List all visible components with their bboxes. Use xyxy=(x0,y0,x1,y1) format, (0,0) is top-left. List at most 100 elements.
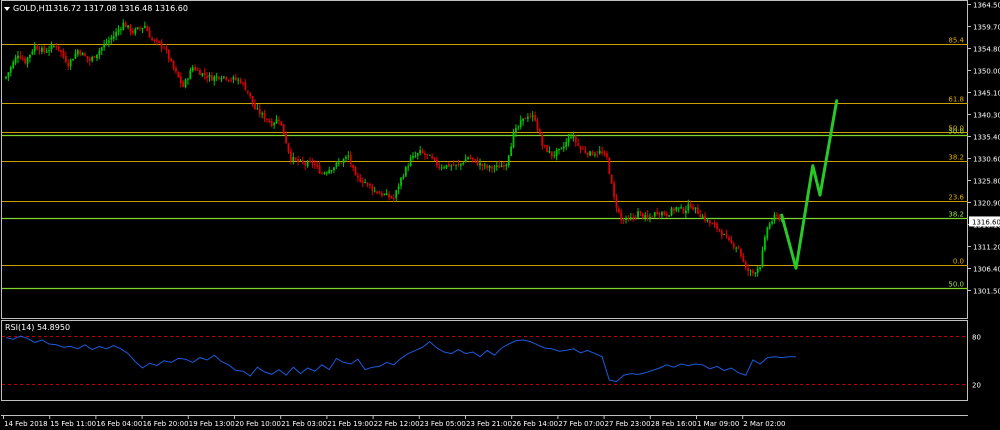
candle xyxy=(26,56,29,68)
candle xyxy=(416,152,419,160)
price-axis: 1364.50 1359.70 1354.80 1350.00 1345.10 1340.… xyxy=(968,2,1000,296)
candle xyxy=(352,164,355,172)
candle xyxy=(24,56,27,65)
candle xyxy=(93,55,96,59)
candle xyxy=(720,228,723,240)
candle xyxy=(29,54,31,63)
candle xyxy=(251,95,254,108)
candle xyxy=(72,58,74,61)
candle xyxy=(730,235,733,245)
candle xyxy=(440,164,443,171)
candle xyxy=(656,207,659,216)
candle xyxy=(711,222,714,225)
candle xyxy=(586,152,589,158)
fib-level-label: 38.2 xyxy=(948,211,964,219)
candle xyxy=(577,138,580,147)
candle xyxy=(349,151,352,168)
fib-level-label: 50.0 xyxy=(948,128,964,136)
candle xyxy=(244,79,247,91)
candle xyxy=(562,141,565,152)
fib-level-label: 61.8 xyxy=(948,96,964,104)
candle xyxy=(421,148,424,154)
rsi-pane-frame xyxy=(1,320,968,401)
triangle-down-icon[interactable] xyxy=(4,7,10,11)
chart-canvas[interactable]: GOLD,H1 1316.72 1317.08 1316.48 1316.60 … xyxy=(0,0,1000,430)
candle xyxy=(649,213,651,223)
time-tick-label: 27 Feb 23:00 xyxy=(605,420,651,428)
candle xyxy=(287,142,290,154)
candle xyxy=(467,156,469,160)
projection-arrow xyxy=(780,99,839,270)
candle xyxy=(742,252,745,263)
candle xyxy=(493,164,496,173)
candle xyxy=(325,171,328,176)
candle xyxy=(778,213,781,222)
candle xyxy=(436,156,438,168)
candle xyxy=(38,46,41,55)
price-tick-label: 1301.50 xyxy=(973,288,1000,296)
price-tick-label: 1359.70 xyxy=(973,24,1000,32)
candle xyxy=(361,177,364,188)
candle xyxy=(639,210,642,216)
candle xyxy=(129,23,132,36)
rsi-line xyxy=(5,335,796,383)
candle xyxy=(55,42,58,51)
candle xyxy=(43,44,46,55)
candle xyxy=(220,75,223,83)
candle xyxy=(400,176,402,190)
candle xyxy=(148,26,151,38)
price-tick-label: 1364.50 xyxy=(973,2,1000,10)
candle xyxy=(127,25,129,30)
candle xyxy=(483,162,486,170)
candle xyxy=(594,151,596,158)
candle xyxy=(763,234,766,252)
candle xyxy=(160,39,163,53)
candlesticks xyxy=(5,19,783,277)
time-axis: 14 Feb 2018 15 Feb 11:00 16 Feb 04:00 16 Fe… xyxy=(3,415,785,428)
candle xyxy=(117,25,120,36)
candle xyxy=(124,21,127,28)
candle xyxy=(426,154,429,160)
time-tick-label: 26 Feb 14:00 xyxy=(512,420,558,428)
candle xyxy=(512,128,515,149)
candle xyxy=(354,165,357,176)
price-tick-label: 1354.80 xyxy=(973,46,1000,54)
candle xyxy=(246,90,249,95)
time-tick-label: 2 Mar 02:00 xyxy=(743,420,785,428)
candle xyxy=(665,211,668,219)
candle xyxy=(17,51,19,64)
candle xyxy=(163,46,165,49)
candle xyxy=(424,150,426,160)
candle xyxy=(620,208,623,224)
fib-level-label: 38.2 xyxy=(948,154,964,162)
ohlc-readout: 1316.72 1317.08 1316.48 1316.60 xyxy=(48,4,188,13)
candle xyxy=(651,215,654,218)
candle xyxy=(677,207,680,213)
candle xyxy=(139,25,141,31)
candle xyxy=(199,67,201,75)
current-price-label: 1316.60 xyxy=(972,218,1000,226)
time-tick-label: 14 Feb 2018 xyxy=(4,420,48,428)
candle xyxy=(100,46,103,56)
candle xyxy=(41,45,43,55)
candle xyxy=(756,265,759,277)
chart-header: GOLD,H1 1316.72 1317.08 1316.48 1316.60 xyxy=(4,4,188,13)
candle xyxy=(170,57,173,63)
candle xyxy=(680,204,683,210)
candle xyxy=(311,158,314,168)
candle xyxy=(345,155,347,162)
candle xyxy=(359,173,362,183)
candle xyxy=(550,151,553,160)
candle xyxy=(519,115,522,130)
candle xyxy=(546,144,548,153)
candle xyxy=(151,36,153,42)
candle xyxy=(131,27,134,36)
candle xyxy=(14,54,17,66)
candle xyxy=(560,147,563,150)
candle xyxy=(115,28,118,41)
time-tick-label: 19 Feb 13:00 xyxy=(189,420,235,428)
candle xyxy=(464,154,467,163)
candle xyxy=(333,166,335,174)
fib-level-label: 23.6 xyxy=(948,194,964,202)
candle xyxy=(749,269,752,277)
